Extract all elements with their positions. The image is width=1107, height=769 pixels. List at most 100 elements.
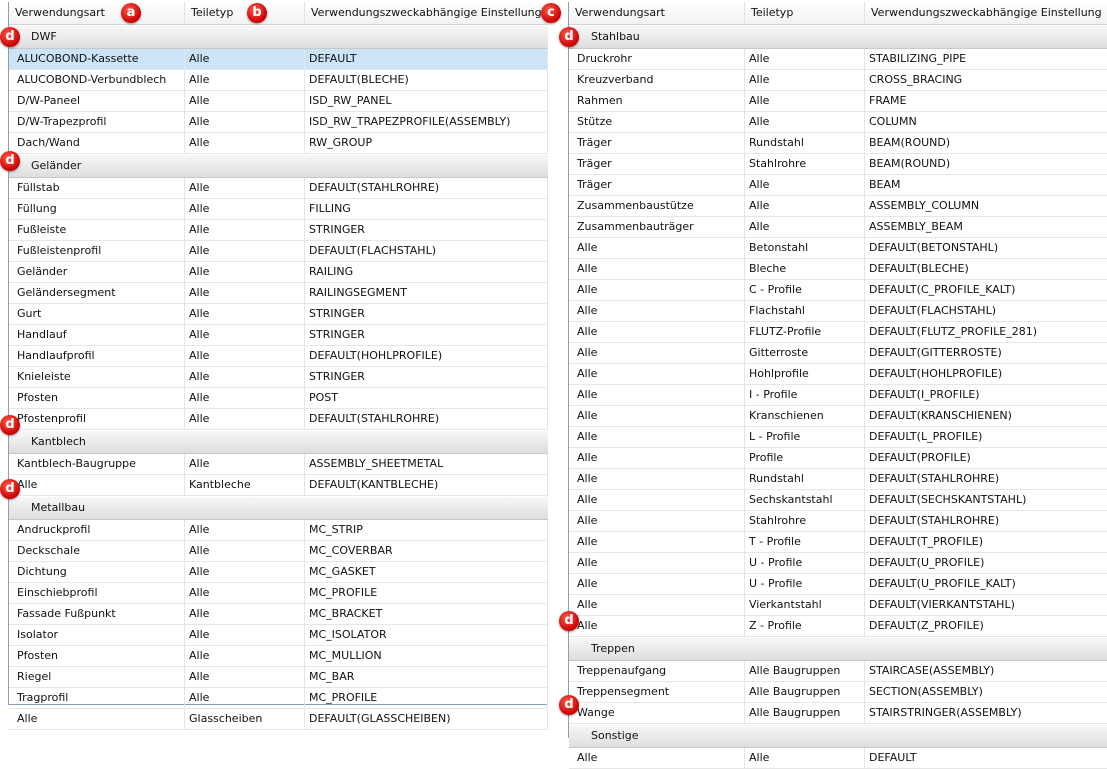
table-row[interactable]: Alle FLUTZ-Profile DEFAULT(FLUTZ_PROFILE_2… bbox=[569, 322, 1107, 343]
part-type-cell: T - Profile bbox=[745, 532, 865, 552]
table-row[interactable]: Geländer Alle RAILING bbox=[9, 262, 548, 283]
table-row[interactable]: Füllung Alle FILLING bbox=[9, 199, 548, 220]
usage-type-cell: D/W-Paneel bbox=[13, 91, 185, 111]
table-row[interactable]: Träger Alle BEAM bbox=[569, 175, 1107, 196]
table-row[interactable]: Andruckprofil Alle MC_STRIP bbox=[9, 520, 548, 541]
table-row[interactable]: ALUCOBOND-Verbundblech Alle DEFAULT(BLECHE… bbox=[9, 70, 548, 91]
callout-badge-d: d bbox=[0, 415, 20, 435]
table-row[interactable]: Alle Gitterroste DEFAULT(GITTERROSTE) bbox=[569, 343, 1107, 364]
part-type-cell: Z - Profile bbox=[745, 616, 865, 636]
table-row[interactable]: D/W-Trapezprofil Alle ISD_RW_TRAPEZPROFILE… bbox=[9, 112, 548, 133]
table-row[interactable]: Alle Betonstahl DEFAULT(BETONSTAHL) bbox=[569, 238, 1107, 259]
table-row[interactable]: Dach/Wand Alle RW_GROUP bbox=[9, 133, 548, 154]
part-type-cell: Alle bbox=[185, 541, 305, 561]
table-row[interactable]: Fassade Fußpunkt Alle MC_BRACKET bbox=[9, 604, 548, 625]
setting-cell: DEFAULT(BLECHE) bbox=[865, 259, 1107, 279]
table-row[interactable]: Rahmen Alle FRAME bbox=[569, 91, 1107, 112]
part-type-cell: Alle Baugruppen bbox=[745, 703, 865, 723]
table-row[interactable]: Alle I - Profile DEFAULT(I_PROFILE) bbox=[569, 385, 1107, 406]
group-header-stahlbau[interactable]: Stahlbau bbox=[569, 26, 1107, 49]
part-type-cell: Alle bbox=[185, 409, 305, 429]
group-header-metallbau[interactable]: Metallbau bbox=[9, 497, 548, 520]
table-row[interactable]: D/W-Paneel Alle ISD_RW_PANEL bbox=[9, 91, 548, 112]
table-row[interactable]: Stütze Alle COLUMN bbox=[569, 112, 1107, 133]
table-row[interactable]: Alle Stahlrohre DEFAULT(STAHLROHRE) bbox=[569, 511, 1107, 532]
table-row[interactable]: Alle Alle DEFAULT bbox=[569, 748, 1107, 769]
table-row[interactable]: Riegel Alle MC_BAR bbox=[9, 667, 548, 688]
group-header-kantblech[interactable]: Kantblech bbox=[9, 431, 548, 454]
part-type-cell: C - Profile bbox=[745, 280, 865, 300]
group-header-sonstige[interactable]: Sonstige bbox=[569, 725, 1107, 748]
table-row[interactable]: Isolator Alle MC_ISOLATOR bbox=[9, 625, 548, 646]
table-row[interactable]: Alle Vierkantstahl DEFAULT(VIERKANTSTAHL) bbox=[569, 595, 1107, 616]
table-row[interactable]: Knieleiste Alle STRINGER bbox=[9, 367, 548, 388]
group-header-dwf[interactable]: DWF bbox=[9, 26, 548, 49]
usage-type-cell: Fußleistenprofil bbox=[13, 241, 185, 261]
table-row[interactable]: Pfosten Alle POST bbox=[9, 388, 548, 409]
table-row[interactable]: Träger Stahlrohre BEAM(ROUND) bbox=[569, 154, 1107, 175]
setting-cell: DEFAULT(GITTERROSTE) bbox=[865, 343, 1107, 363]
table-row[interactable]: Alle Sechskantstahl DEFAULT(SECHSKANTSTAHL… bbox=[569, 490, 1107, 511]
setting-cell: RW_GROUP bbox=[305, 133, 548, 153]
table-row[interactable]: Handlaufprofil Alle DEFAULT(HOHLPROFILE) bbox=[9, 346, 548, 367]
table-row[interactable]: Träger Rundstahl BEAM(ROUND) bbox=[569, 133, 1107, 154]
setting-cell: STABILIZING_PIPE bbox=[865, 49, 1107, 69]
usage-type-cell: ALUCOBOND-Kassette bbox=[13, 49, 185, 69]
table-row[interactable]: Druckrohr Alle STABILIZING_PIPE bbox=[569, 49, 1107, 70]
column-header-3[interactable]: Verwendungszweckabhängige Einstellung bbox=[305, 2, 548, 24]
table-row[interactable]: Kreuzverband Alle CROSS_BRACING bbox=[569, 70, 1107, 91]
table-row[interactable]: Alle Profile DEFAULT(PROFILE) bbox=[569, 448, 1107, 469]
table-row[interactable]: Treppensegment Alle Baugruppen SECTION(ASS… bbox=[569, 682, 1107, 703]
table-row[interactable]: Pfosten Alle MC_MULLION bbox=[9, 646, 548, 667]
table-row[interactable]: Kantblech-Baugruppe Alle ASSEMBLY_SHEETMET… bbox=[9, 454, 548, 475]
table-row[interactable]: Alle U - Profile DEFAULT(U_PROFILE) bbox=[569, 553, 1107, 574]
table-row[interactable]: Alle Kranschienen DEFAULT(KRANSCHIENEN) bbox=[569, 406, 1107, 427]
usage-type-cell: Alle bbox=[573, 574, 745, 594]
table-row[interactable]: Alle Glasscheiben DEFAULT(GLASSCHEIBEN) bbox=[9, 709, 548, 730]
table-row[interactable]: Alle Flachstahl DEFAULT(FLACHSTAHL) bbox=[569, 301, 1107, 322]
part-type-cell: U - Profile bbox=[745, 574, 865, 594]
table-row[interactable]: Alle Z - Profile DEFAULT(Z_PROFILE) bbox=[569, 616, 1107, 637]
part-type-cell: Alle bbox=[185, 367, 305, 387]
table-row[interactable]: Fußleistenprofil Alle DEFAULT(FLACHSTAHL) bbox=[9, 241, 548, 262]
table-row[interactable]: Tragprofil Alle MC_PROFILE bbox=[9, 688, 548, 709]
table-row[interactable]: Zusammenbaustütze Alle ASSEMBLY_COLUMN bbox=[569, 196, 1107, 217]
table-row[interactable]: Alle Rundstahl DEFAULT(STAHLROHRE) bbox=[569, 469, 1107, 490]
table-row[interactable]: Deckschale Alle MC_COVERBAR bbox=[9, 541, 548, 562]
setting-cell: CROSS_BRACING bbox=[865, 70, 1107, 90]
table-row[interactable]: ALUCOBOND-Kassette Alle DEFAULT bbox=[9, 49, 548, 70]
part-type-cell: Stahlrohre bbox=[745, 511, 865, 531]
table-row[interactable]: Alle Kantbleche DEFAULT(KANTBLECHE) bbox=[9, 475, 548, 496]
usage-type-cell: Träger bbox=[573, 133, 745, 153]
column-header-2[interactable]: Teiletyp bbox=[185, 2, 305, 24]
table-row[interactable]: Pfostenprofil Alle DEFAULT(STAHLROHRE) bbox=[9, 409, 548, 430]
usage-type-cell: Alle bbox=[573, 238, 745, 258]
usage-type-cell: Alle bbox=[573, 616, 745, 636]
table-row[interactable]: Geländersegment Alle RAILINGSEGMENT bbox=[9, 283, 548, 304]
group-header-geländer[interactable]: Geländer bbox=[9, 155, 548, 178]
table-row[interactable]: Alle Bleche DEFAULT(BLECHE) bbox=[569, 259, 1107, 280]
table-row[interactable]: Fußleiste Alle STRINGER bbox=[9, 220, 548, 241]
table-row[interactable]: Dichtung Alle MC_GASKET bbox=[9, 562, 548, 583]
table-row[interactable]: Alle C - Profile DEFAULT(C_PROFILE_KALT) bbox=[569, 280, 1107, 301]
table-row[interactable]: Handlauf Alle STRINGER bbox=[9, 325, 548, 346]
table-row[interactable]: Einschiebprofil Alle MC_PROFILE bbox=[9, 583, 548, 604]
part-type-cell: Alle bbox=[185, 646, 305, 666]
table-row[interactable]: Füllstab Alle DEFAULT(STAHLROHRE) bbox=[9, 178, 548, 199]
column-header-1[interactable]: Verwendungsart bbox=[9, 2, 185, 24]
table-row[interactable]: Alle Hohlprofile DEFAULT(HOHLPROFILE) bbox=[569, 364, 1107, 385]
table-row[interactable]: Zusammenbauträger Alle ASSEMBLY_BEAM bbox=[569, 217, 1107, 238]
table-row[interactable]: Alle L - Profile DEFAULT(L_PROFILE) bbox=[569, 427, 1107, 448]
table-row[interactable]: Wange Alle Baugruppen STAIRSTRINGER(ASSEMB… bbox=[569, 703, 1107, 724]
table-row[interactable]: Alle T - Profile DEFAULT(T_PROFILE) bbox=[569, 532, 1107, 553]
table-row[interactable]: Gurt Alle STRINGER bbox=[9, 304, 548, 325]
column-header-1[interactable]: Verwendungsart bbox=[569, 2, 745, 24]
table-row[interactable]: Alle U - Profile DEFAULT(U_PROFILE_KALT) bbox=[569, 574, 1107, 595]
part-type-cell: Alle bbox=[185, 220, 305, 240]
callout-badge-a: a bbox=[121, 3, 141, 23]
group-header-treppen[interactable]: Treppen bbox=[569, 638, 1107, 661]
usage-type-cell: Alle bbox=[573, 322, 745, 342]
table-row[interactable]: Treppenaufgang Alle Baugruppen STAIRCASE(A… bbox=[569, 661, 1107, 682]
column-header-3[interactable]: Verwendungszweckabhängige Einstellung bbox=[865, 2, 1107, 24]
column-header-2[interactable]: Teiletyp bbox=[745, 2, 865, 24]
